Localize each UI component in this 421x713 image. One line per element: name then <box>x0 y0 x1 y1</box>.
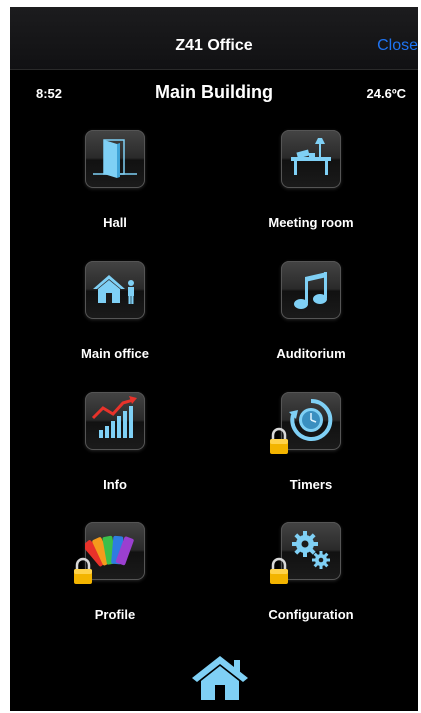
desk-lamp-icon <box>281 130 341 188</box>
tile-label: Configuration <box>268 607 354 622</box>
lock-icon <box>270 427 288 454</box>
lock-icon <box>270 557 288 584</box>
building-title: Main Building <box>155 82 273 102</box>
nav-title: Z41 Office <box>175 37 253 54</box>
lock-icon <box>74 557 92 584</box>
tile-label: Meeting room <box>268 215 354 230</box>
tile-info[interactable]: Info <box>30 392 200 512</box>
music-note-icon <box>281 261 341 319</box>
home-button[interactable] <box>190 653 250 703</box>
tile-configuration[interactable]: Configuration <box>226 522 396 642</box>
gears-icon <box>281 522 341 580</box>
temperature-readout: 24.6ºC <box>366 86 406 101</box>
tile-label: Profile <box>94 607 136 622</box>
close-button[interactable]: Close <box>377 37 418 55</box>
tile-hall[interactable]: Hall <box>30 130 200 250</box>
tile-timers[interactable]: Timers <box>226 392 396 512</box>
house-person-icon <box>85 261 145 319</box>
app-screen: Z41 Office Close 8:52 Main Building 24.6… <box>10 7 418 711</box>
door-icon <box>85 130 145 188</box>
tile-profile[interactable]: Profile <box>30 522 200 642</box>
tile-label: Info <box>103 477 127 492</box>
color-palette-icon <box>85 522 145 580</box>
navigation-bar: Z41 Office Close <box>10 7 418 70</box>
home-icon <box>192 656 248 700</box>
tile-label: Main office <box>81 346 149 361</box>
bar-chart-icon <box>85 392 145 450</box>
tile-main-office[interactable]: Main office <box>30 261 200 381</box>
tile-label: Hall <box>103 215 127 230</box>
timer-icon <box>281 392 341 450</box>
tile-label: Timers <box>289 477 333 492</box>
tile-auditorium[interactable]: Auditorium <box>226 261 396 381</box>
tile-label: Auditorium <box>276 346 346 361</box>
tile-meeting-room[interactable]: Meeting room <box>226 130 396 250</box>
